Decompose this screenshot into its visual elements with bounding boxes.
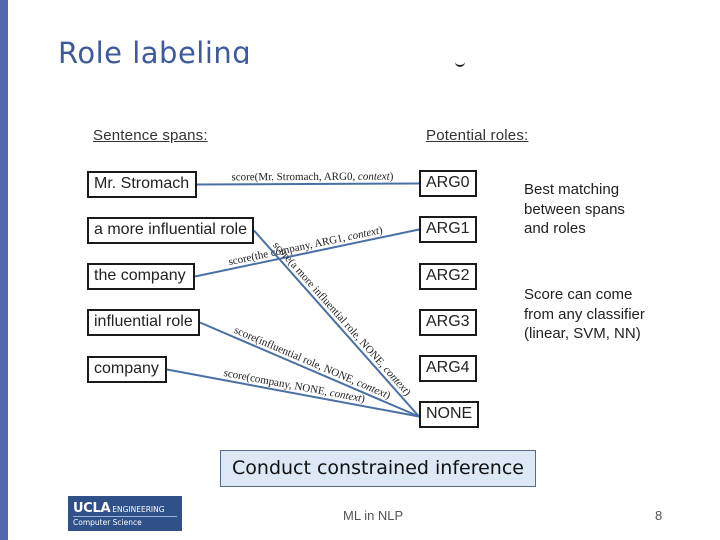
- role-box-arg4: ARG4: [419, 355, 477, 382]
- note-line: Score can come: [524, 286, 633, 303]
- role-box-arg2: ARG2: [419, 263, 477, 290]
- constrained-inference-callout: Conduct constrained inference: [220, 450, 536, 487]
- page-number: 8: [655, 508, 663, 523]
- span-box-a-more-influential-role: a more influential role: [87, 217, 254, 244]
- role-box-none: NONE: [419, 401, 479, 428]
- footer-course-name: ML in NLP: [343, 508, 404, 523]
- note-score-source: Score can come from any classifier (line…: [524, 285, 645, 344]
- note-best-matching: Best matching between spans and roles: [524, 180, 625, 239]
- logo-divider: [73, 516, 177, 517]
- ucla-engineering-logo: UCLA ENGINEERING Computer Science: [68, 496, 182, 531]
- logo-engineering-text: ENGINEERING: [112, 505, 165, 514]
- span-box-the-company: the company: [87, 263, 195, 290]
- span-box-company: company: [87, 356, 167, 383]
- note-line: from any classifier: [524, 305, 645, 323]
- role-box-arg1: ARG1: [419, 216, 477, 243]
- note-line: (linear, SVM, NN): [524, 325, 641, 342]
- span-box-influential-role: influential role: [87, 309, 200, 336]
- logo-ucla-text: UCLA: [73, 501, 111, 516]
- role-box-arg0: ARG0: [419, 170, 477, 197]
- note-line: and roles: [524, 220, 586, 237]
- span-box-mr-stromach: Mr. Stromach: [87, 171, 197, 198]
- role-box-arg3: ARG3: [419, 309, 477, 336]
- edge-score-label: score(Mr. Stromach, ARG0, context): [231, 171, 393, 184]
- note-line: Best matching: [524, 181, 620, 198]
- edge-line: [196, 182, 420, 186]
- logo-cs-text: Computer Science: [73, 518, 142, 527]
- note-line: between spans: [524, 200, 625, 218]
